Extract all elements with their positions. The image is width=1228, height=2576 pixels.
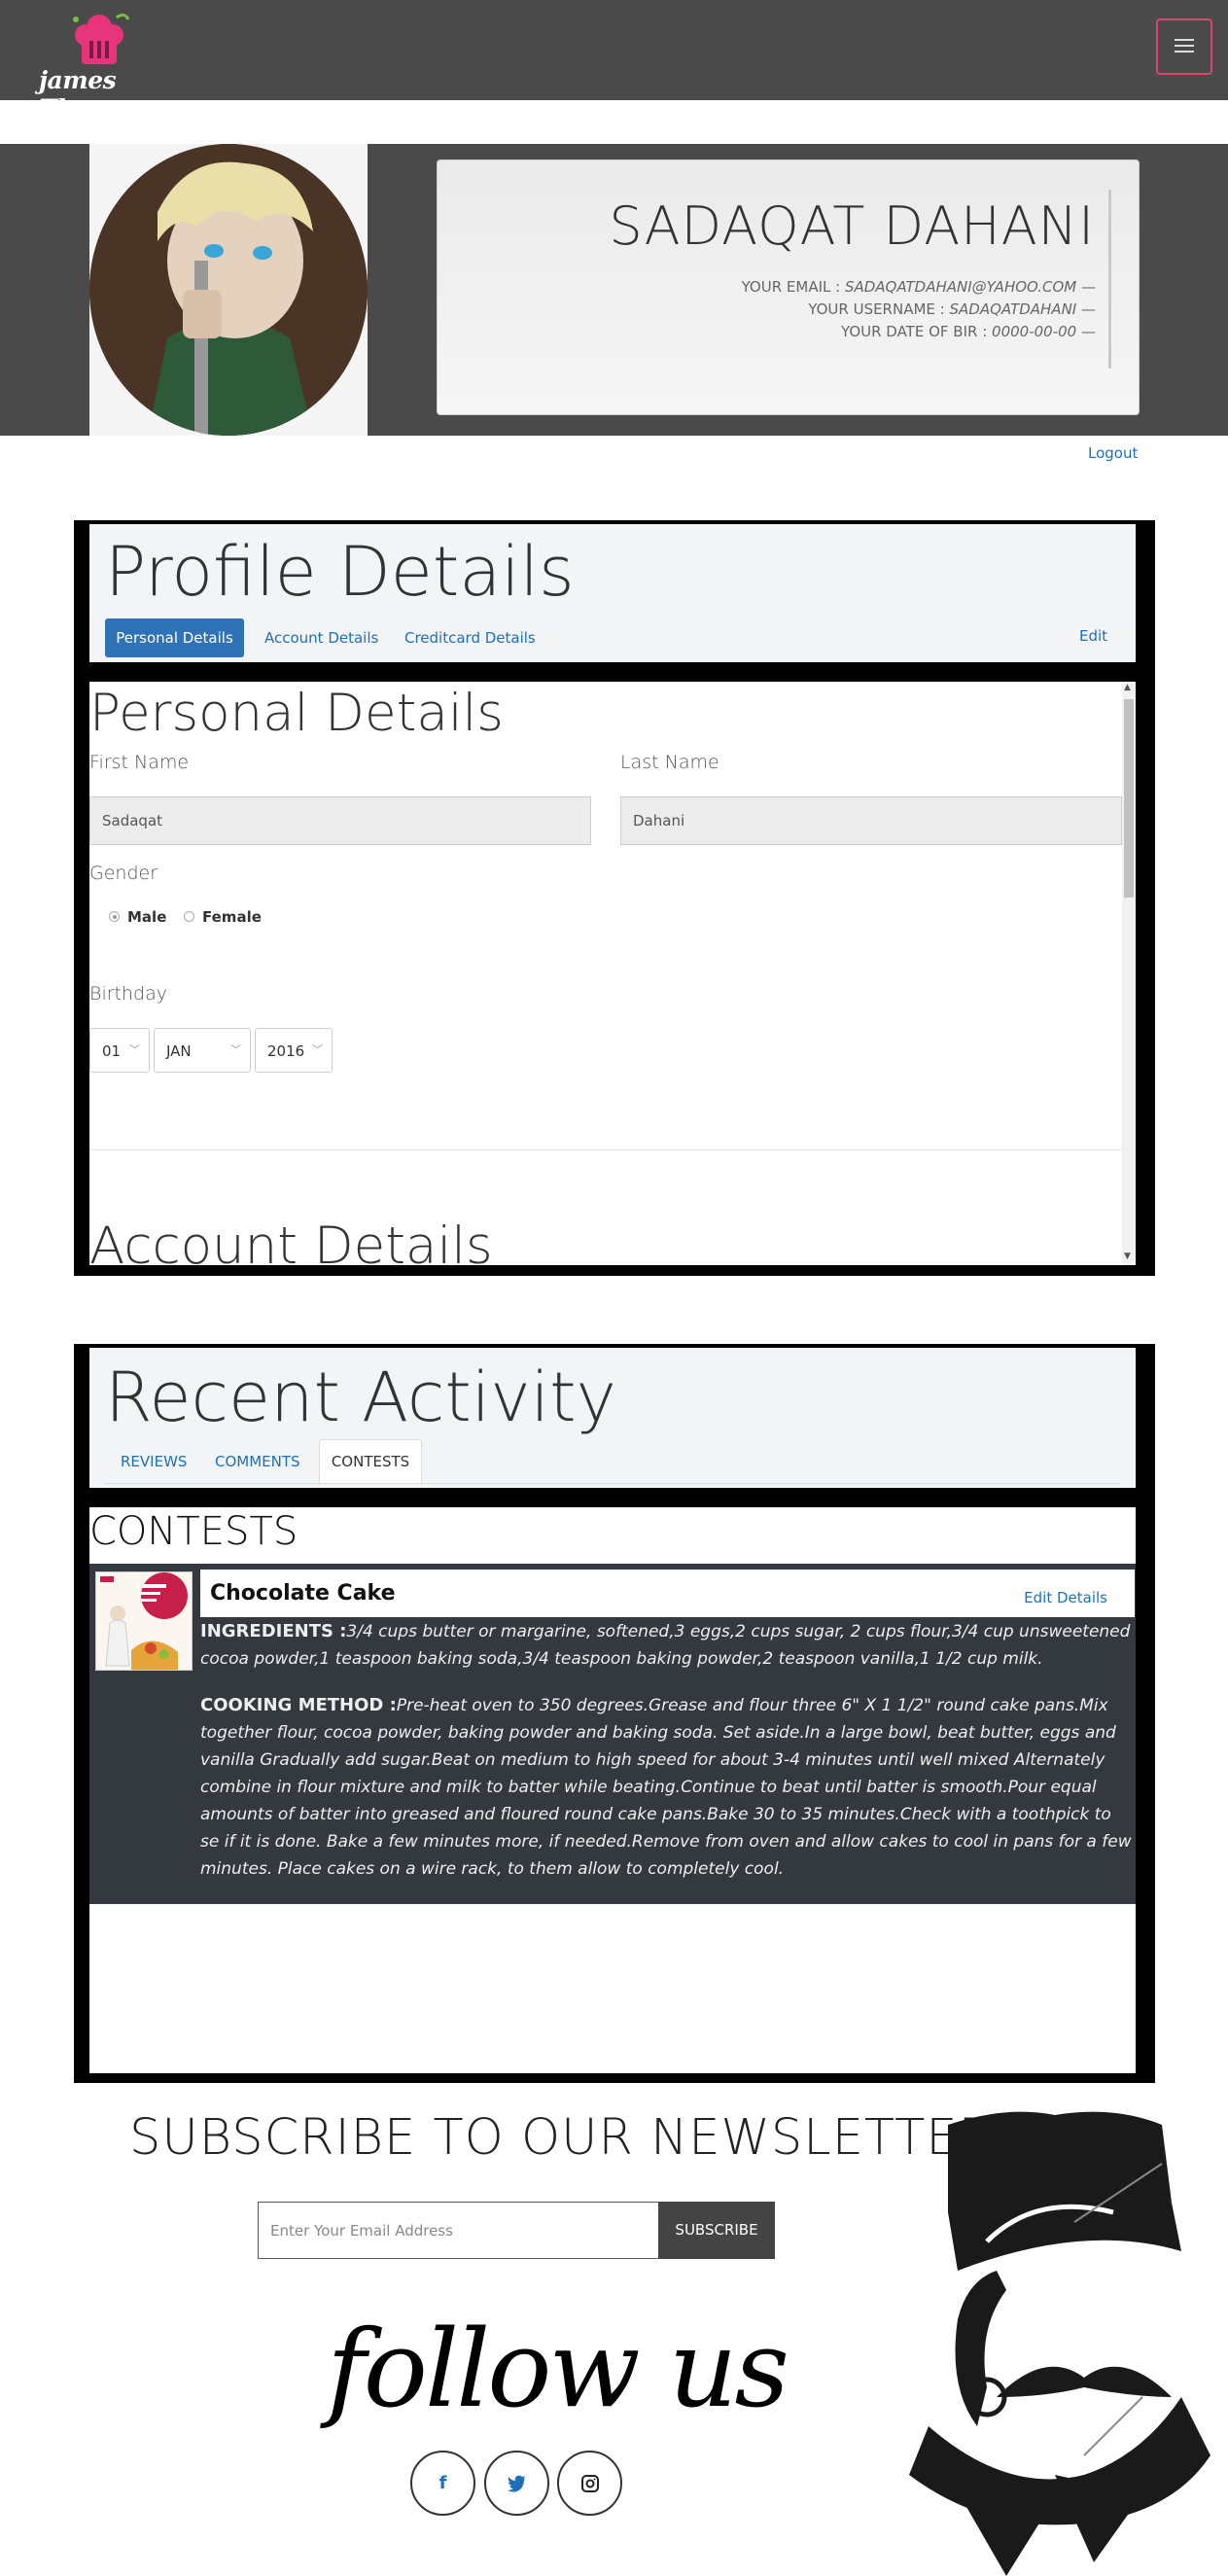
scroll-down-icon[interactable]: ▼ [1124,1252,1131,1261]
contest-thumbnail[interactable] [95,1571,193,1671]
scroll-up-icon[interactable]: ▲ [1124,683,1131,692]
recent-activity-header: Recent Activity REVIEWS COMMENTS CONTEST… [89,1348,1136,1488]
profile-details-list: YOUR EMAIL : SADAQATDAHANI@YAHOO.COM — Y… [742,276,1096,343]
avatar [89,144,368,436]
gender-male-radio[interactable]: Male [109,908,166,926]
contest-poster-image [96,1572,192,1670]
tab-creditcard-details[interactable]: Creditcard Details [404,629,536,647]
follow-us-title: follow us [327,2307,789,2431]
method-text: Pre-heat oven to 350 degrees.Grease and … [200,1696,1132,1879]
chef-illustration [909,2111,1210,2576]
scrollbar[interactable]: ▲ ▼ [1122,682,1136,1265]
dash: — [1076,300,1096,318]
hamburger-icon [1175,39,1194,41]
birthday-year-select[interactable]: 2016 ﹀ [255,1028,333,1073]
facebook-button[interactable]: f [410,2451,475,2516]
day-value: 01 [102,1042,122,1060]
chevron-down-icon: ﹀ [230,1043,241,1056]
tab-comments[interactable]: COMMENTS [215,1453,300,1470]
profile-email-line: YOUR EMAIL : SADAQATDAHANI@YAHOO.COM — [742,276,1096,299]
avatar-container [89,144,368,436]
facebook-icon: f [439,2473,447,2493]
hamburger-line [1175,45,1194,47]
profile-name: SADAQAT DAHANI [609,195,1095,257]
contests-title: CONTESTS [89,1509,298,1554]
dob-label: YOUR DATE OF BIR : [840,323,993,340]
scrollbar-thumb[interactable] [1124,699,1134,898]
tab-reviews[interactable]: REVIEWS [121,1453,187,1470]
year-value: 2016 [267,1042,305,1060]
tab-underline [105,1483,1120,1484]
contest-title: Chocolate Cake [210,1581,396,1606]
gender-label: Gender [89,863,158,884]
recent-activity-frame: Recent Activity REVIEWS COMMENTS CONTEST… [74,1344,1155,2083]
contest-ingredients: INGREDIENTS :3/4 cups butter or margarin… [200,1618,1134,1673]
last-name-field[interactable]: Dahani [620,796,1122,845]
profile-details-title: Profile Details [105,532,575,612]
female-label: Female [202,908,262,926]
brand-name: james Thew [39,66,117,123]
birthday-label: Birthday [89,983,167,1005]
subscribe-button[interactable]: SUBSCRIBE [658,2202,775,2259]
birthday-month-select[interactable]: JAN ﹀ [154,1028,251,1073]
personal-details-title: Personal Details [89,684,504,743]
chevron-down-icon: ﹀ [312,1043,323,1056]
decorative-bar [1108,190,1111,369]
profile-dob-line: YOUR DATE OF BIR : 0000-00-00 — [742,321,1096,343]
profile-username-line: YOUR USERNAME : SADAQATDAHANI — [742,299,1096,321]
twitter-icon [507,2475,526,2492]
ingredients-label: INGREDIENTS : [200,1621,347,1641]
dash: — [1076,278,1096,296]
account-details-title: Account Details [89,1217,493,1265]
email-label: YOUR EMAIL : [741,278,845,296]
profile-details-header: Profile Details Personal Details Account… [89,524,1136,662]
contest-card: Chocolate Cake Edit Details INGREDIENTS … [89,1564,1136,1904]
profile-info-card: SADAQAT DAHANI YOUR EMAIL : SADAQATDAHAN… [437,159,1140,415]
last-name-label: Last Name [620,752,719,773]
edit-link[interactable]: Edit [1079,627,1107,645]
menu-toggle-button[interactable] [1156,18,1212,75]
profile-dob: 0000-00-00 [992,323,1077,340]
brand-logo[interactable]: james Thew [39,6,175,123]
edit-details-link[interactable]: Edit Details [1024,1589,1107,1606]
newsletter-title: SUBSCRIBE TO OUR NEWSLETTER [129,2109,994,2167]
recent-activity-title: Recent Activity [105,1358,616,1437]
tab-contests[interactable]: CONTESTS [319,1439,422,1484]
profile-details-frame: Profile Details Personal Details Account… [74,520,1155,1276]
twitter-button[interactable] [484,2451,549,2516]
gender-female-radio[interactable]: Female [184,908,262,926]
profile-banner: SADAQAT DAHANI YOUR EMAIL : SADAQATDAHAN… [0,144,1228,436]
first-name-label: First Name [89,752,190,773]
logout-link[interactable]: Logout [1088,444,1138,462]
profile-email: SADAQATDAHANI@YAHOO.COM [844,278,1077,296]
month-value: JAN [166,1042,192,1060]
newsletter-email-input[interactable]: Enter Your Email Address [258,2202,658,2259]
radio-unchecked-icon [184,911,194,922]
personal-details-scroll-panel[interactable]: Personal Details First Name Sadaqat Last… [89,682,1136,1265]
birthday-day-select[interactable]: 01 ﹀ [89,1028,150,1073]
chef-hat-logo-icon [73,13,130,64]
tab-personal-details[interactable]: Personal Details [105,618,244,657]
section-divider [89,1149,1122,1150]
method-label: COOKING METHOD : [200,1695,397,1715]
radio-checked-icon [109,911,120,922]
male-label: Male [127,908,167,926]
contest-method: COOKING METHOD :Pre-heat oven to 350 deg… [200,1692,1134,1883]
chevron-down-icon: ﹀ [129,1043,140,1056]
tab-account-details[interactable]: Account Details [264,629,378,647]
contests-panel: CONTESTS Chocolate Cake Edit Details ING… [89,1507,1136,2073]
contest-title-bar: Chocolate Cake Edit Details [200,1570,1135,1617]
username-label: YOUR USERNAME : [808,300,950,318]
instagram-icon [580,2475,599,2492]
first-name-field[interactable]: Sadaqat [89,796,591,845]
instagram-button[interactable] [557,2451,622,2516]
dash: — [1076,323,1096,340]
profile-username: SADAQATDAHANI [949,300,1077,318]
hamburger-line [1175,51,1194,53]
navbar: james Thew [0,0,1228,123]
